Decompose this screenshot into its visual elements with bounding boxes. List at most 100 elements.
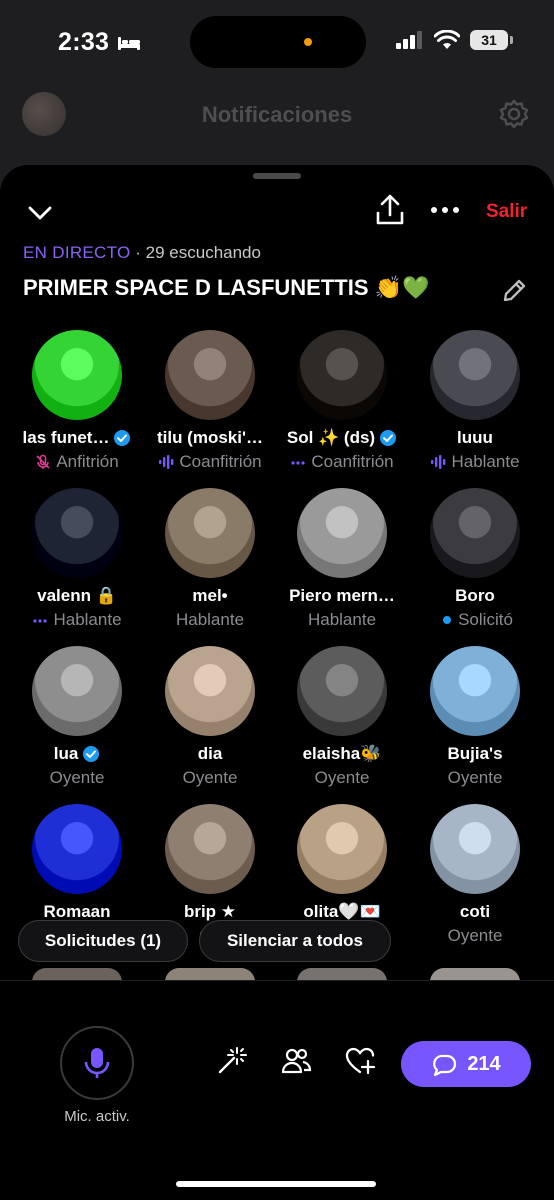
mic-indicator-dot [304,38,312,46]
blue-dot-icon [443,616,452,624]
participant-card[interactable]: valenn 🔒 Hablante [10,488,144,630]
more-options-icon[interactable] [428,197,462,223]
background-header: Notificaciones [0,90,554,140]
participant-card[interactable]: Bujia's Oyente [408,646,542,788]
comments-button[interactable]: 214 [401,1041,531,1087]
home-indicator[interactable] [176,1181,376,1187]
clock-text: 2:33 [58,28,110,56]
space-sheet: Salir EN DIRECTO · 29 escuchando PRIMER … [0,165,554,1200]
participant-name-text: lua [53,744,79,763]
participant-card[interactable]: mel• Hablante [143,488,277,630]
participant-name-text: mel• [192,586,228,605]
leave-button[interactable]: Salir [486,201,527,223]
avatar [430,330,520,420]
participant-name-text: Sol ✨ (ds) [286,428,376,447]
participant-role: Hablante [275,610,409,630]
participant-card[interactable]: coti Oyente [408,804,542,946]
share-icon[interactable] [374,193,406,227]
phone-screen: 2:33 31 Notificaciones Salir EN DIRECTO … [0,0,554,1200]
participant-role: Hablante [408,452,542,472]
participant-role-text: Hablante [451,452,520,471]
avatar [430,646,520,736]
participant-role-text: Oyente [49,768,105,787]
participant-role-text: Hablante [175,610,245,629]
people-icon[interactable] [280,1045,312,1077]
chevron-down-icon[interactable] [26,199,54,227]
participant-role-text: Oyente [314,768,370,787]
participant-role: Oyente [143,768,277,788]
mute-all-button[interactable]: Silenciar a todos [199,920,391,962]
comment-bubble-icon [433,1054,457,1077]
dots-icon [33,619,48,623]
participant-role: Solicitó [408,610,542,630]
participant-card[interactable]: dia Oyente [143,646,277,788]
participant-card[interactable]: tilu (moski'… Coanfitrión [143,330,277,472]
participant-name-text: Piero mern… [289,586,395,605]
participant-role: Oyente [408,926,542,946]
requests-button[interactable]: Solicitudes (1) [18,920,188,962]
participant-name: luuu [408,428,542,448]
mic-button[interactable] [60,1026,134,1100]
avatar [165,488,255,578]
background-title: Notificaciones [201,102,353,127]
participant-name-text: brip ★ [183,902,237,921]
participant-card[interactable]: luuu Hablante [408,330,542,472]
avatar [32,804,122,894]
participant-name: Piero mern… [275,586,409,606]
system-icons: 31 [396,30,513,50]
avatar [297,804,387,894]
sheet-grabber[interactable] [253,173,301,179]
battery-level: 31 [481,32,497,48]
participant-role-text: Solicitó [458,610,513,629]
participant-role-text: Coanfitrión [179,452,262,471]
participant-name-text: coti [459,902,491,921]
participant-role: Oyente [10,768,144,788]
wifi-icon [434,30,460,49]
participant-card[interactable]: las funet… Anfitrión [10,330,144,472]
heart-plus-icon[interactable] [344,1045,376,1077]
live-status: EN DIRECTO · 29 escuchando [23,243,261,263]
speaking-bars-icon [431,455,446,469]
participant-name-text: Boro [455,586,495,605]
participant-card[interactable]: Sol ✨ (ds) Coanfitrión [275,330,409,472]
participant-role: Anfitrión [10,452,144,472]
participant-name: valenn 🔒 [10,586,144,606]
edit-pencil-icon[interactable] [500,277,528,305]
participant-card[interactable]: lua Oyente [10,646,144,788]
participant-name: Romaan [10,902,144,922]
avatar [165,804,255,894]
avatar [165,330,255,420]
avatar [32,646,122,736]
participant-role-text: Anfitrión [56,452,119,471]
participant-name: tilu (moski'… [143,428,277,448]
participant-card[interactable]: Boro Solicitó [408,488,542,630]
participant-name-text: Romaan [43,902,111,921]
participant-card[interactable]: Piero mern… Hablante [275,488,409,630]
avatar [297,488,387,578]
bottom-bar: Mic. activ. 214 [0,980,554,1200]
participant-role-text: Coanfitrión [311,452,394,471]
gear-icon[interactable] [498,98,530,130]
magic-wand-icon[interactable] [215,1045,247,1077]
participant-role: Oyente [275,768,409,788]
participant-name: olita🤍💌 [275,902,409,922]
avatar [297,646,387,736]
avatar [32,330,122,420]
avatar [297,330,387,420]
muted-mic-icon [36,454,50,469]
space-title: PRIMER SPACE D LASFUNETTIS 👏💚 [23,275,430,300]
participant-name-text: Bujia's [447,744,503,763]
avatar [430,488,520,578]
participant-name-text: dia [197,744,223,763]
participant-card[interactable]: elaisha🐝 Oyente [275,646,409,788]
participant-name-text: luuu [457,428,493,447]
space-toolbar: Salir [0,193,554,233]
participant-card[interactable]: Romaan [10,804,144,922]
comments-count: 214 [467,1052,501,1075]
dynamic-island [190,16,366,68]
participant-name-text: las funet… [22,428,110,447]
participant-card[interactable]: olita🤍💌 [275,804,409,922]
participant-name-text: olita🤍💌 [303,902,381,921]
participant-role-text: Oyente [447,768,503,787]
speaking-bars-icon [159,455,174,469]
